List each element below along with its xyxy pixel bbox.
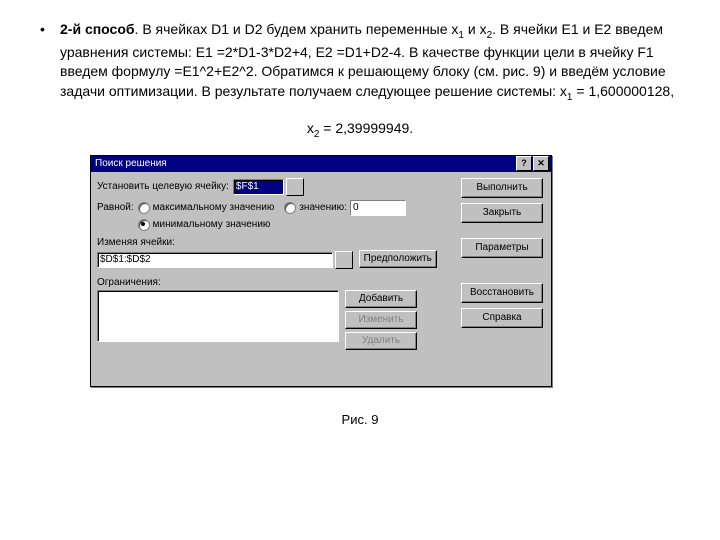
delete-button[interactable]: Удалить xyxy=(345,332,417,350)
solve-button[interactable]: Выполнить xyxy=(461,178,543,198)
radio-min[interactable]: минимальному значению xyxy=(138,219,406,231)
equal-label: Равной: xyxy=(97,202,134,213)
help-button[interactable]: Справка xyxy=(461,308,543,328)
changing-cells-label: Изменяя ячейки: xyxy=(97,237,437,248)
changing-cells-input[interactable]: $D$1:$D$2 xyxy=(97,252,333,268)
right-button-column: Выполнить Закрыть Параметры Восстановить… xyxy=(461,178,543,333)
ref-button-icon[interactable] xyxy=(286,178,304,196)
paragraph-text: 2-й способ. В ячейках D1 и D2 будем хран… xyxy=(60,20,680,105)
value-input[interactable]: 0 xyxy=(350,200,406,216)
guess-button[interactable]: Предположить xyxy=(359,250,438,268)
radio-icon xyxy=(138,202,150,214)
method-bold: 2-й способ xyxy=(60,21,135,37)
close-button[interactable]: Закрыть xyxy=(461,203,543,223)
radio-icon xyxy=(284,202,296,214)
dialog-title: Поиск решения xyxy=(93,158,515,169)
change-button[interactable]: Изменить xyxy=(345,311,417,329)
target-cell-label: Установить целевую ячейку: xyxy=(97,181,229,192)
bullet: • xyxy=(40,20,60,105)
solver-dialog: Поиск решения ? ✕ Установить целевую яче… xyxy=(90,155,552,387)
x2-result-line: x2 = 2,39999949. xyxy=(40,120,680,140)
params-button[interactable]: Параметры xyxy=(461,238,543,258)
main-paragraph: • 2-й способ. В ячейках D1 и D2 будем хр… xyxy=(40,20,680,105)
close-icon[interactable]: ✕ xyxy=(533,156,549,171)
titlebar[interactable]: Поиск решения ? ✕ xyxy=(91,156,551,172)
radio-icon xyxy=(138,219,150,231)
radio-value[interactable]: значению: 0 xyxy=(284,200,406,216)
ref-button-icon[interactable] xyxy=(335,251,353,269)
radio-max[interactable]: максимальному значению xyxy=(138,202,275,214)
target-cell-input[interactable]: $F$1 xyxy=(233,179,284,195)
figure-caption: Рис. 9 xyxy=(40,412,680,427)
restore-button[interactable]: Восстановить xyxy=(461,283,543,303)
help-icon[interactable]: ? xyxy=(516,156,532,171)
constraints-listbox[interactable] xyxy=(97,290,339,342)
add-button[interactable]: Добавить xyxy=(345,290,417,308)
constraints-label: Ограничения: xyxy=(97,277,437,288)
